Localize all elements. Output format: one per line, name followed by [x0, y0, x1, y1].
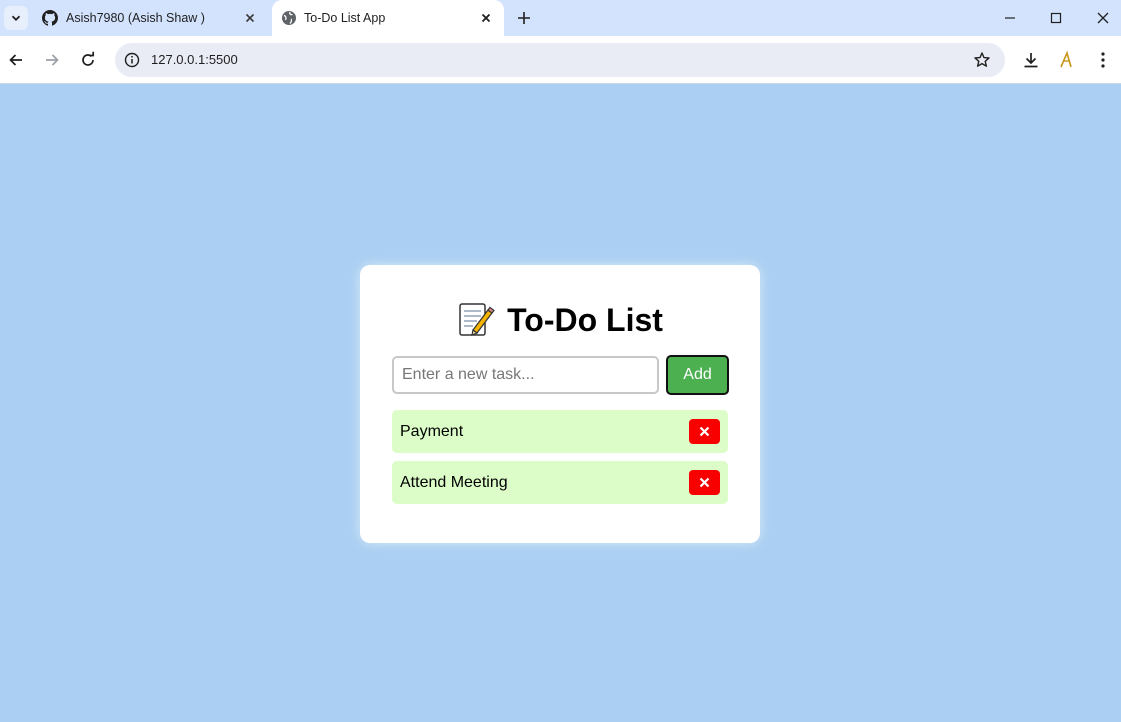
- github-icon: [42, 10, 58, 26]
- browser-toolbar: 127.0.0.1:5500: [0, 36, 1121, 84]
- task-item: Payment: [392, 410, 728, 453]
- download-icon[interactable]: [1021, 50, 1041, 70]
- tab-todo-app[interactable]: To-Do List App: [272, 0, 504, 36]
- task-text: Attend Meeting: [400, 474, 508, 491]
- tab-github[interactable]: Asish7980 (Asish Shaw ): [32, 0, 268, 36]
- memo-icon: [459, 303, 495, 336]
- browser-tab-bar: Asish7980 (Asish Shaw ) To-Do List App: [0, 0, 1121, 36]
- extension-icon[interactable]: [1057, 50, 1077, 70]
- window-close-icon[interactable]: [1091, 6, 1115, 30]
- close-icon[interactable]: [242, 10, 258, 26]
- site-info-icon[interactable]: [123, 51, 141, 69]
- close-icon: [699, 477, 710, 488]
- maximize-icon[interactable]: [1044, 6, 1068, 30]
- forward-arrow-icon[interactable]: [42, 50, 62, 70]
- page-title: To-Do List: [507, 301, 663, 338]
- close-icon: [699, 426, 710, 437]
- tab-search-button[interactable]: [4, 6, 28, 30]
- bookmark-star-icon[interactable]: [973, 51, 991, 69]
- minimize-icon[interactable]: [998, 6, 1022, 30]
- reload-icon[interactable]: [78, 50, 98, 70]
- more-menu-icon[interactable]: [1093, 50, 1113, 70]
- task-text: Payment: [400, 423, 464, 440]
- new-tab-icon[interactable]: [514, 8, 534, 28]
- tab-title: To-Do List App: [304, 11, 386, 25]
- chevron-down-icon: [11, 15, 21, 21]
- globe-icon: [282, 11, 296, 25]
- add-task-button[interactable]: Add: [666, 355, 729, 395]
- back-arrow-icon[interactable]: [6, 50, 26, 70]
- task-input[interactable]: [392, 356, 659, 394]
- tab-title: Asish7980 (Asish Shaw ): [66, 11, 205, 25]
- todo-card: To-Do List Add Payment Attend Meeting: [360, 265, 760, 543]
- address-bar[interactable]: 127.0.0.1:5500: [115, 43, 1005, 77]
- page-viewport: To-Do List Add Payment Attend Meeting: [0, 84, 1121, 722]
- task-list: Payment Attend Meeting: [392, 410, 728, 512]
- task-item: Attend Meeting: [392, 461, 728, 504]
- title-row: To-Do List: [360, 299, 760, 341]
- delete-task-button[interactable]: [689, 470, 720, 495]
- url-text: 127.0.0.1:5500: [151, 52, 238, 67]
- close-icon[interactable]: [478, 10, 494, 26]
- delete-task-button[interactable]: [689, 419, 720, 444]
